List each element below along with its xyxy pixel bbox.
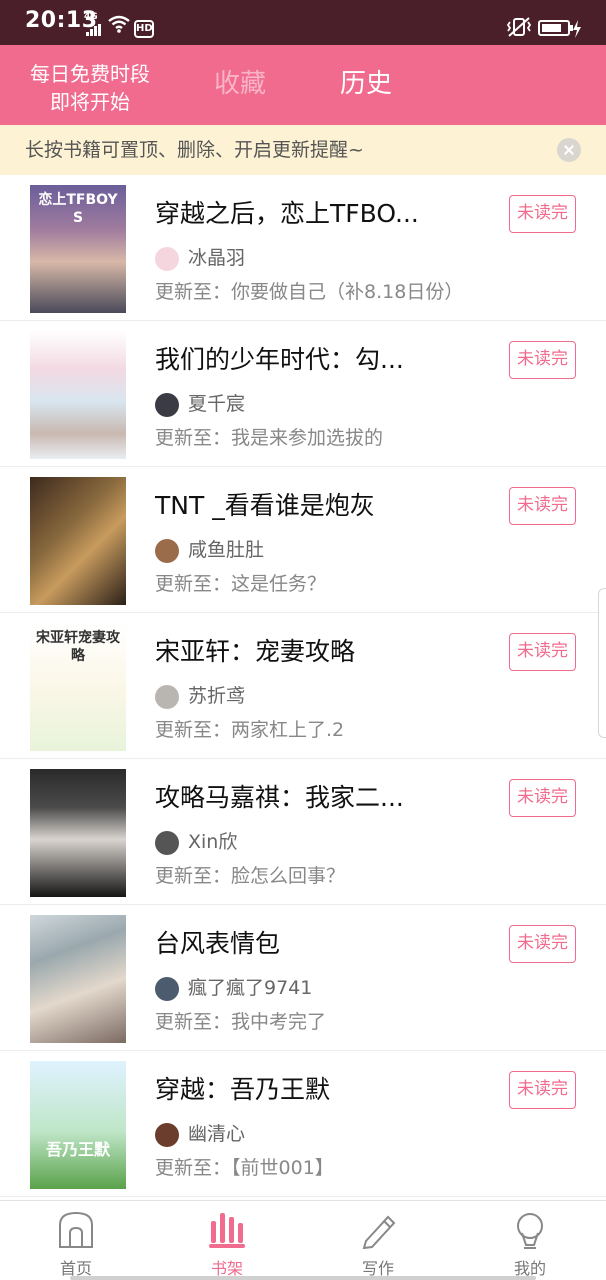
nav-bookshelf[interactable]: 书架 — [167, 1201, 287, 1280]
cover-title: 吾乃王默 — [45, 1140, 110, 1159]
book-cover[interactable]: 吾乃王默 — [30, 1061, 126, 1189]
hd-icon: HD — [134, 20, 154, 38]
unread-badge[interactable]: 未读完 — [509, 341, 576, 379]
author-avatar — [155, 685, 179, 709]
home-icon — [59, 1211, 93, 1248]
book-update: 更新至：【前世001】 — [155, 1153, 334, 1183]
update-prefix: 更新至： — [155, 427, 232, 449]
pen-icon — [362, 1215, 396, 1249]
book-title[interactable]: 攻略马嘉祺：我家二... — [155, 781, 455, 815]
signal-icon — [86, 24, 102, 36]
update-chapter: 这是任务？ — [231, 573, 327, 595]
book-cover[interactable] — [30, 769, 126, 897]
vibrate-icon — [506, 17, 532, 37]
unread-badge[interactable]: 未读完 — [509, 925, 576, 963]
gesture-bar — [70, 1276, 536, 1280]
profile-icon — [517, 1213, 543, 1249]
book-author: 咸鱼肚肚 — [188, 539, 265, 561]
book-author: 幽清心 — [188, 1123, 246, 1145]
unread-badge[interactable]: 未读完 — [509, 1071, 576, 1109]
tab-favorites[interactable]: 收藏 — [214, 65, 266, 103]
update-prefix: 更新至： — [155, 281, 232, 303]
unread-badge[interactable]: 未读完 — [509, 633, 576, 671]
book-title[interactable]: TNT _看看谁是炮灰 — [155, 489, 455, 523]
author-avatar — [155, 247, 179, 271]
book-item[interactable]: 吾乃王默 穿越：吾乃王默幽清心更新至：【前世001】 未读完 — [0, 1051, 606, 1197]
book-cover[interactable] — [30, 477, 126, 605]
row-divider — [0, 1196, 606, 1197]
update-chapter: 【前世001】 — [231, 1157, 334, 1179]
book-author: Xin欣 — [188, 831, 238, 853]
book-author: 苏折鸢 — [188, 685, 246, 707]
book-title[interactable]: 穿越：吾乃王默 — [155, 1073, 455, 1107]
update-prefix: 更新至： — [155, 1011, 232, 1033]
book-update: 更新至：两家杠上了.2 — [155, 715, 344, 745]
unread-badge[interactable]: 未读完 — [509, 487, 576, 525]
author-avatar — [155, 539, 179, 563]
wifi-icon — [108, 15, 130, 33]
battery-icon — [538, 20, 573, 36]
unread-badge[interactable]: 未读完 — [509, 779, 576, 817]
bottom-nav: 首页 书架 写作 我的 — [0, 1200, 606, 1280]
book-title[interactable]: 台风表情包 — [155, 927, 455, 961]
update-prefix: 更新至： — [155, 573, 232, 595]
promo-line2: 即将开始 — [50, 90, 130, 114]
promo-line1: 每日免费时段 — [30, 62, 150, 86]
book-title[interactable]: 穿越之后，恋上TFBO... — [155, 197, 455, 231]
update-prefix: 更新至： — [155, 719, 232, 741]
book-update: 更新至：我是来参加选拔的 — [155, 423, 383, 453]
book-item[interactable]: 台风表情包瘋了瘋了9741 更新至：我中考完了 未读完 — [0, 905, 606, 1051]
book-cover[interactable] — [30, 331, 126, 459]
close-icon[interactable] — [557, 138, 581, 162]
book-cover[interactable] — [30, 915, 126, 1043]
nav-profile[interactable]: 我的 — [470, 1201, 590, 1280]
author-avatar — [155, 393, 179, 417]
book-cover[interactable]: 恋上TFBOYS — [30, 185, 126, 313]
author-avatar — [155, 1123, 179, 1147]
author-avatar — [155, 831, 179, 855]
author-avatar — [155, 977, 179, 1001]
bookshelf-icon — [209, 1213, 245, 1248]
book-item[interactable]: 我们的少年时代：勾... 夏千宸更新至：我是来参加选拔的 未读完 — [0, 321, 606, 467]
book-author: 冰晶羽 — [188, 247, 246, 269]
book-update: 更新至：脸怎么回事？ — [155, 861, 345, 891]
update-chapter: 我是来参加选拔的 — [231, 427, 384, 449]
free-period-promo[interactable]: 每日免费时段 即将开始 — [20, 60, 160, 116]
book-author: 夏千宸 — [188, 393, 246, 415]
tip-text: 长按书籍可置顶、删除、开启更新提醒~ — [25, 139, 364, 161]
book-item[interactable]: 恋上TFBOYS 穿越之后，恋上TFBO... 冰晶羽更新至：你要做自己（补8.18… — [0, 175, 606, 321]
nav-home[interactable]: 首页 — [16, 1201, 136, 1280]
book-item[interactable]: 攻略马嘉祺：我家二... Xin欣更新至：脸怎么回事？ 未读完 — [0, 759, 606, 905]
book-update: 更新至：你要做自己（补8.18日份） — [155, 277, 463, 307]
update-chapter: 脸怎么回事？ — [231, 865, 346, 887]
update-chapter: 我中考完了 — [231, 1011, 327, 1033]
unread-badge[interactable]: 未读完 — [509, 195, 576, 233]
update-chapter: 你要做自己（补8.18日份） — [231, 281, 464, 303]
tip-bar: 长按书籍可置顶、删除、开启更新提醒~ — [0, 125, 606, 175]
app-screen: 20:13 4G HD 每日免费时段 即将开始 收藏 历史 长按书籍可置顶、删除… — [0, 0, 606, 1280]
book-item[interactable]: 宋亚轩宠妻攻略 宋亚轩：宠妻攻略苏折鸢更新至：两家杠上了.2 未读完 — [0, 613, 606, 759]
update-chapter: 两家杠上了.2 — [231, 719, 345, 741]
book-title[interactable]: 我们的少年时代：勾... — [155, 343, 455, 377]
network-type: 4G — [84, 12, 98, 22]
book-title[interactable]: 宋亚轩：宠妻攻略 — [155, 635, 455, 669]
update-prefix: 更新至： — [155, 865, 232, 887]
status-bar: 20:13 4G HD — [0, 0, 606, 45]
book-update: 更新至：我中考完了 — [155, 1007, 326, 1037]
book-item[interactable]: TNT _看看谁是炮灰咸鱼肚肚更新至：这是任务？ 未读完 — [0, 467, 606, 613]
book-author: 瘋了瘋了9741 — [188, 977, 313, 999]
cover-title: 宋亚轩宠妻攻略 — [36, 630, 120, 664]
book-cover[interactable]: 宋亚轩宠妻攻略 — [30, 623, 126, 751]
tab-history[interactable]: 历史 — [340, 65, 392, 103]
update-prefix: 更新至： — [155, 1157, 232, 1179]
nav-write[interactable]: 写作 — [318, 1201, 438, 1280]
book-update: 更新至：这是任务？ — [155, 569, 326, 599]
cover-title: 恋上TFBOYS — [38, 192, 118, 226]
charging-icon — [573, 20, 581, 38]
top-header: 每日免费时段 即将开始 收藏 历史 — [0, 45, 606, 125]
side-scroll-handle[interactable] — [598, 588, 606, 738]
